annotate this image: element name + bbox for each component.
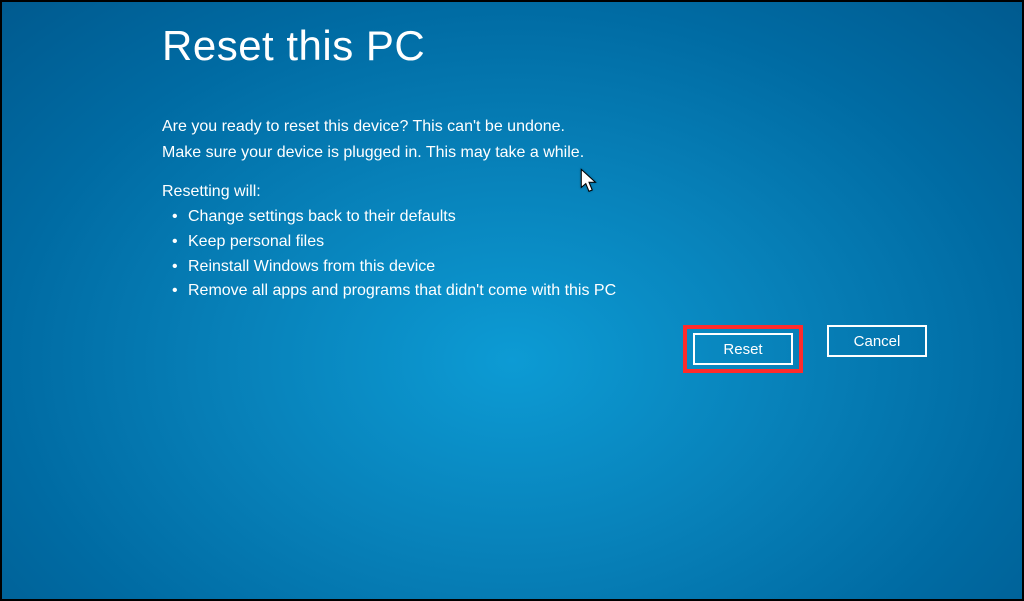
- reset-pc-dialog: Reset this PC Are you ready to reset thi…: [2, 2, 1022, 304]
- intro-line-1: Are you ready to reset this device? This…: [162, 115, 1022, 139]
- reset-list-heading: Resetting will:: [162, 183, 1022, 201]
- list-item: Keep personal files: [176, 230, 1022, 255]
- reset-button[interactable]: Reset: [693, 333, 793, 365]
- page-title: Reset this PC: [162, 22, 1022, 70]
- intro-text: Are you ready to reset this device? This…: [162, 115, 1022, 165]
- list-item: Reinstall Windows from this device: [176, 255, 1022, 280]
- cancel-button[interactable]: Cancel: [827, 325, 927, 357]
- reset-effects-list: Change settings back to their defaults K…: [162, 205, 1022, 304]
- list-item: Change settings back to their defaults: [176, 205, 1022, 230]
- dialog-buttons: Reset Cancel: [683, 325, 927, 373]
- list-item: Remove all apps and programs that didn't…: [176, 279, 1022, 304]
- intro-line-2: Make sure your device is plugged in. Thi…: [162, 141, 1022, 165]
- highlight-annotation: Reset: [683, 325, 803, 373]
